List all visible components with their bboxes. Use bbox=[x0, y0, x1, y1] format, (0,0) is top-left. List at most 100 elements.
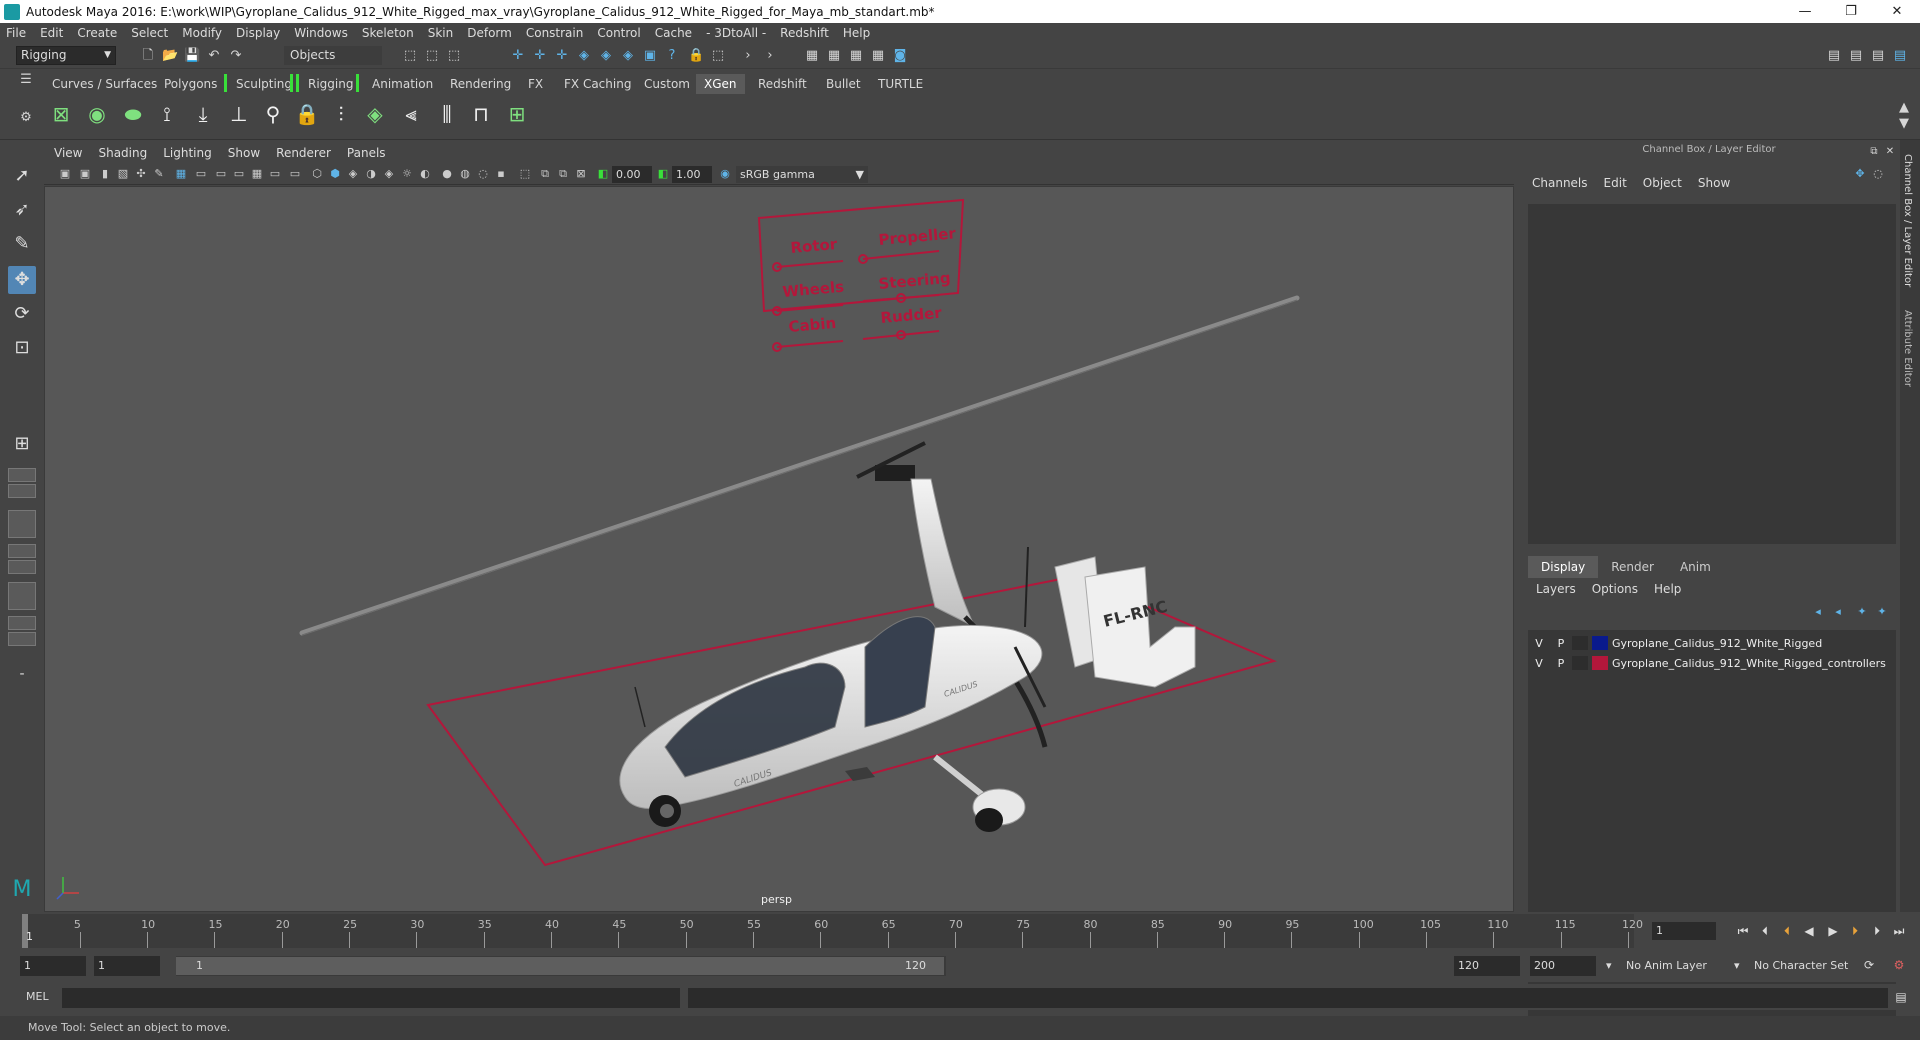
channel-box-toggle-icon[interactable]: ▤ bbox=[1892, 48, 1908, 64]
manipulator-icon[interactable]: ✥ bbox=[1852, 166, 1868, 182]
interactive-groom-icon[interactable]: ⊞ bbox=[502, 99, 532, 129]
color-management-icon[interactable]: ◉ bbox=[718, 167, 732, 181]
le-menu-options[interactable]: Options bbox=[1592, 582, 1638, 596]
tool-settings-icon[interactable]: ▤ bbox=[1870, 48, 1886, 64]
step-back-key-icon[interactable]: ⏴ bbox=[1778, 922, 1796, 940]
xgen-editor-icon[interactable]: ⊠ bbox=[46, 99, 76, 129]
sculpt-guide-icon[interactable]: ⚲ bbox=[258, 99, 288, 129]
image-plane-icon[interactable]: ▧ bbox=[116, 167, 130, 181]
render-view-icon[interactable]: ◙ bbox=[892, 48, 908, 64]
speed-icon[interactable]: ◌ bbox=[1870, 166, 1886, 182]
insert-cv-icon[interactable]: ⊥ bbox=[224, 99, 254, 129]
modeling-toolkit-icon[interactable]: ▤ bbox=[1826, 48, 1842, 64]
menu-display[interactable]: Display bbox=[236, 26, 280, 40]
menu-constrain[interactable]: Constrain bbox=[526, 26, 584, 40]
film-gate-icon[interactable]: ▭ bbox=[194, 167, 208, 181]
attribute-editor-toggle-icon[interactable]: ▤ bbox=[1848, 48, 1864, 64]
tab-redshift[interactable]: Redshift bbox=[750, 74, 815, 94]
character-set-dropdown[interactable]: No Character Set bbox=[1754, 956, 1848, 976]
new-scene-icon[interactable]: 🗋 bbox=[140, 48, 156, 64]
move-layer-up-icon[interactable]: ◂ bbox=[1810, 604, 1826, 620]
layer-color-swatch[interactable] bbox=[1592, 656, 1608, 670]
camera-select-icon[interactable]: ▣ bbox=[58, 167, 72, 181]
xray-components-icon[interactable]: ⊠ bbox=[574, 167, 588, 181]
create-description-icon[interactable]: ⬬ bbox=[118, 99, 148, 129]
input-ops-icon[interactable]: ⬚ bbox=[710, 48, 726, 64]
save-scene-icon[interactable]: 💾 bbox=[184, 48, 200, 64]
make-live-icon[interactable]: ▣ bbox=[642, 48, 658, 64]
menu-3dtoall[interactable]: - 3DtoAll - bbox=[706, 26, 766, 40]
move-layer-down-icon[interactable]: ◂ bbox=[1830, 604, 1846, 620]
menu-help[interactable]: Help bbox=[843, 26, 870, 40]
tab-fx[interactable]: FX bbox=[520, 74, 551, 94]
selection-mode-dropdown[interactable]: Objects bbox=[284, 46, 382, 65]
viewport-menu-panels[interactable]: Panels bbox=[347, 146, 386, 160]
range-slider-handle[interactable]: 1 120 bbox=[176, 957, 944, 975]
auto-keyframe-icon[interactable]: ⟳ bbox=[1860, 956, 1878, 974]
tab-custom[interactable]: Custom bbox=[636, 74, 698, 94]
le-menu-layers[interactable]: Layers bbox=[1536, 582, 1576, 596]
side-tab-channel-box[interactable]: Channel Box / Layer Editor bbox=[1902, 154, 1913, 287]
menu-create[interactable]: Create bbox=[77, 26, 117, 40]
tab-render-layers[interactable]: Render bbox=[1598, 556, 1667, 578]
persp-graph-layout-icon-2[interactable] bbox=[8, 560, 36, 574]
tab-bullet[interactable]: Bullet bbox=[818, 74, 869, 94]
rotor-mast[interactable] bbox=[910, 478, 977, 629]
go-to-start-icon[interactable]: ⏮ bbox=[1734, 922, 1752, 940]
menu-edit[interactable]: Edit bbox=[40, 26, 63, 40]
tab-fx-caching[interactable]: FX Caching bbox=[556, 74, 639, 94]
snap-curve-icon[interactable]: ✛ bbox=[532, 48, 548, 64]
tab-xgen[interactable]: XGen bbox=[696, 74, 745, 94]
layer-visibility-toggle[interactable]: V bbox=[1528, 637, 1550, 650]
guide-tool-icon[interactable]: ⫶ bbox=[326, 99, 356, 129]
snap-live-icon[interactable]: ◈ bbox=[620, 48, 636, 64]
render-settings-icon[interactable]: ▦ bbox=[848, 48, 864, 64]
move-tool-icon[interactable]: ✥ bbox=[8, 266, 36, 294]
layer-color-swatch[interactable] bbox=[1592, 636, 1608, 650]
cb-menu-edit[interactable]: Edit bbox=[1604, 176, 1627, 190]
tab-rendering[interactable]: Rendering bbox=[442, 74, 519, 94]
select-hierarchy-icon[interactable]: ⬚ bbox=[402, 48, 418, 64]
cb-menu-object[interactable]: Object bbox=[1643, 176, 1682, 190]
tab-display-layers[interactable]: Display bbox=[1528, 556, 1599, 578]
viewport-menu-view[interactable]: View bbox=[54, 146, 82, 160]
restore-button[interactable]: ❐ bbox=[1828, 0, 1874, 23]
layer-name[interactable]: Gyroplane_Calidus_912_White_Rigged_contr… bbox=[1612, 657, 1886, 670]
cb-menu-channels[interactable]: Channels bbox=[1532, 176, 1588, 190]
hypershade-layout-icon[interactable] bbox=[8, 616, 36, 630]
hypershade-icon[interactable]: ▦ bbox=[870, 48, 886, 64]
safe-title-icon[interactable]: ▭ bbox=[288, 167, 302, 181]
groom-icon[interactable]: ⫷ bbox=[396, 99, 426, 129]
rotor-blade[interactable] bbox=[299, 295, 1300, 636]
menu-skin[interactable]: Skin bbox=[428, 26, 454, 40]
shelf-menu-icon[interactable]: ☰ bbox=[18, 72, 34, 88]
ipr-render-icon[interactable]: ▦ bbox=[826, 48, 842, 64]
go-to-end-icon[interactable]: ⏭ bbox=[1890, 922, 1908, 940]
ambient-occlusion-icon[interactable]: ● bbox=[440, 167, 454, 181]
gamma-icon[interactable]: ◧ bbox=[656, 167, 670, 181]
gate-mask-icon[interactable]: ▭ bbox=[232, 167, 246, 181]
step-forward-key-icon[interactable]: ⏵ bbox=[1846, 922, 1864, 940]
grease-pencil-icon[interactable]: ✎ bbox=[152, 167, 166, 181]
anim-layer-dropdown[interactable]: No Anim Layer bbox=[1626, 956, 1707, 976]
rotate-tool-icon[interactable]: ⟳ bbox=[8, 300, 36, 328]
all-lights-icon[interactable]: ☼ bbox=[400, 167, 414, 181]
four-view-layout-icon-2[interactable] bbox=[8, 484, 36, 498]
textured-icon[interactable]: ◑ bbox=[364, 167, 378, 181]
render-frame-icon[interactable]: ▦ bbox=[804, 48, 820, 64]
viewport-menu-lighting[interactable]: Lighting bbox=[163, 146, 212, 160]
safe-action-icon[interactable]: ▭ bbox=[268, 167, 282, 181]
playback-end-field[interactable]: 120 bbox=[1454, 956, 1520, 976]
chevron-down-icon[interactable]: ▾ bbox=[1606, 956, 1612, 976]
play-forwards-icon[interactable]: ▶ bbox=[1824, 922, 1842, 940]
close-panel-icon[interactable]: ✕ bbox=[1882, 144, 1898, 160]
shadows-icon[interactable]: ◐ bbox=[418, 167, 432, 181]
viewport-menu-renderer[interactable]: Renderer bbox=[276, 146, 331, 160]
layout-options-icon[interactable]: - bbox=[8, 660, 36, 688]
menu-cache[interactable]: Cache bbox=[655, 26, 692, 40]
viewport-menu-shading[interactable]: Shading bbox=[98, 146, 147, 160]
two-d-pan-icon[interactable]: ✣ bbox=[134, 167, 148, 181]
undo-icon[interactable]: ↶ bbox=[206, 48, 222, 64]
select-component-icon[interactable]: ⬚ bbox=[446, 48, 462, 64]
default-lighting-icon[interactable]: ◈ bbox=[382, 167, 396, 181]
